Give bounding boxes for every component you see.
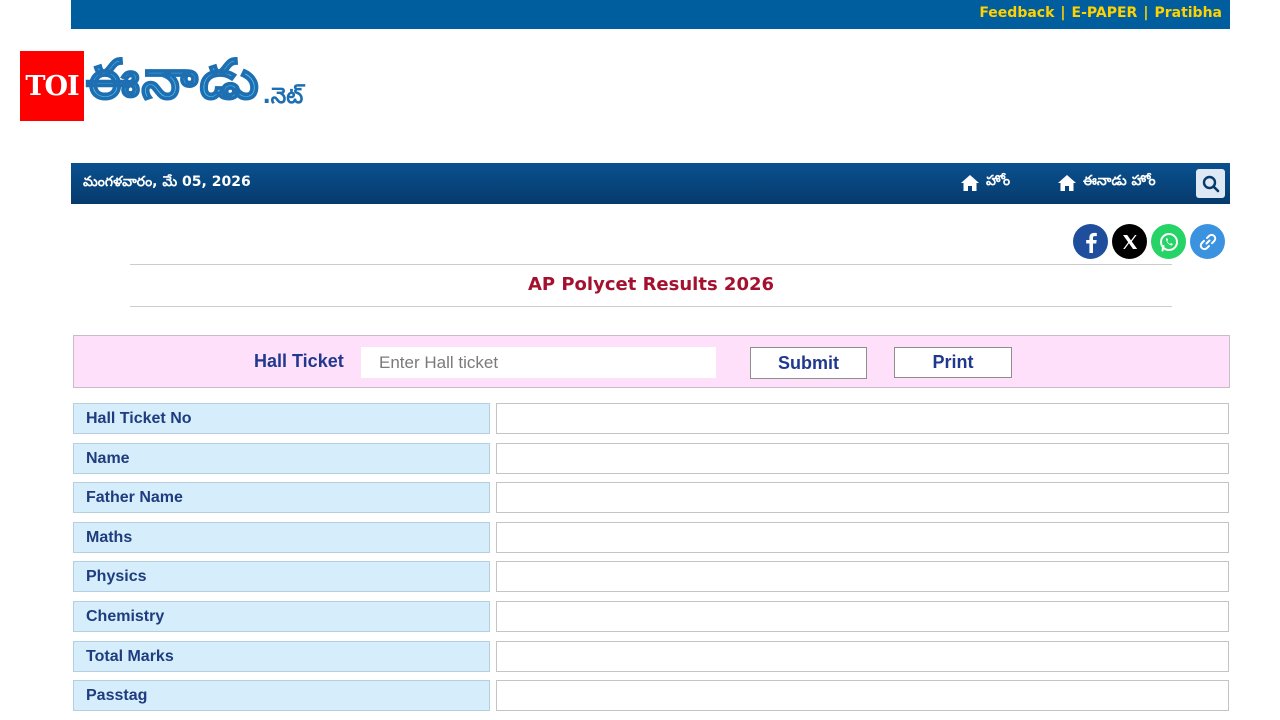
result-row-total-marks: Total Marks xyxy=(73,641,1230,672)
result-label: Passtag xyxy=(73,680,490,711)
result-value xyxy=(496,641,1229,672)
result-value xyxy=(496,561,1229,592)
result-row-chemistry: Chemistry xyxy=(73,601,1230,632)
toi-badge: TOI xyxy=(20,51,84,121)
facebook-icon xyxy=(1085,232,1097,253)
result-value xyxy=(496,601,1229,632)
feedback-link[interactable]: Feedback xyxy=(979,5,1054,21)
link-icon xyxy=(1199,233,1216,250)
hall-ticket-label: Hall Ticket xyxy=(254,351,344,371)
hall-ticket-form: Hall Ticket Submit Print xyxy=(73,335,1230,388)
result-value xyxy=(496,522,1229,553)
search-button[interactable] xyxy=(1196,169,1225,198)
result-label: Name xyxy=(73,443,490,474)
search-icon xyxy=(1202,175,1219,192)
home-icon xyxy=(961,174,979,191)
home-icon xyxy=(1058,174,1076,191)
result-label: Hall Ticket No xyxy=(73,403,490,434)
result-value xyxy=(496,443,1229,474)
top-links: Feedback | E-PAPER | Pratibha xyxy=(979,5,1222,21)
pratibha-link[interactable]: Pratibha xyxy=(1154,5,1222,21)
whatsapp-icon xyxy=(1159,232,1178,251)
result-label: Maths xyxy=(73,522,490,553)
title-divider-bottom xyxy=(130,306,1172,307)
eenadu-home-link-label: ఈనాడు హోం xyxy=(1083,173,1156,189)
home-link-label: హోం xyxy=(986,173,1011,189)
result-value xyxy=(496,680,1229,711)
logo-suffix-text: .నెట్ xyxy=(262,84,304,109)
current-date: మంగళవారం, మే 05, 2026 xyxy=(83,174,251,190)
home-link[interactable]: హోం xyxy=(960,173,1010,192)
separator: | xyxy=(1060,5,1066,21)
hall-ticket-input[interactable] xyxy=(361,347,716,378)
x-share-button[interactable] xyxy=(1112,224,1147,259)
result-row-maths: Maths xyxy=(73,522,1230,553)
eenadu-logo[interactable]: ఈనాడు .నెట్ xyxy=(85,40,304,120)
result-row-hall-ticket-no: Hall Ticket No xyxy=(73,403,1230,434)
facebook-share-button[interactable] xyxy=(1073,224,1108,259)
title-divider-top xyxy=(130,264,1172,265)
top-bar: Feedback | E-PAPER | Pratibha xyxy=(71,0,1230,29)
result-row-physics: Physics xyxy=(73,561,1230,592)
separator: | xyxy=(1143,5,1149,21)
result-row-father-name: Father Name xyxy=(73,482,1230,513)
x-icon xyxy=(1122,234,1137,249)
result-row-name: Name xyxy=(73,443,1230,474)
result-value xyxy=(496,403,1229,434)
print-button[interactable]: Print xyxy=(894,347,1012,378)
result-label: Physics xyxy=(73,561,490,592)
result-label: Chemistry xyxy=(73,601,490,632)
logo-main-text: ఈనాడు xyxy=(85,47,261,112)
submit-button[interactable]: Submit xyxy=(750,347,867,379)
result-value xyxy=(496,482,1229,513)
page-title: AP Polycet Results 2026 xyxy=(527,274,775,295)
result-label: Father Name xyxy=(73,482,490,513)
nav-bar: మంగళవారం, మే 05, 2026 హోం ఈనాడు హోం xyxy=(71,163,1230,204)
copy-link-button[interactable] xyxy=(1190,224,1225,259)
whatsapp-share-button[interactable] xyxy=(1151,224,1186,259)
result-row-passtag: Passtag xyxy=(73,680,1230,711)
result-label: Total Marks xyxy=(73,641,490,672)
epaper-link[interactable]: E-PAPER xyxy=(1072,5,1138,21)
eenadu-home-link[interactable]: ఈనాడు హోం xyxy=(1057,173,1156,192)
